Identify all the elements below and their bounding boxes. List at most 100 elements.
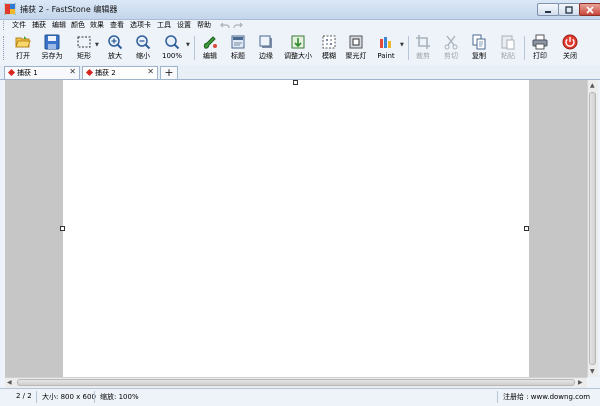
scroll-up-icon[interactable]: ▲ xyxy=(590,82,595,89)
resize-handle-top[interactable] xyxy=(293,80,298,85)
status-bar: 2 / 2 大小: 800 x 600 缩放: 100% 注册给 : www.d… xyxy=(0,388,600,406)
rect-dropdown-icon[interactable]: ▼ xyxy=(95,42,99,48)
menu-settings[interactable]: 设置 xyxy=(177,20,191,30)
status-separator xyxy=(36,391,37,403)
blur-icon xyxy=(322,35,336,49)
save-icon xyxy=(44,34,60,50)
caption-icon xyxy=(231,35,245,49)
zoom-out-button[interactable]: 缩小 xyxy=(132,34,154,64)
toolbar-grip[interactable] xyxy=(3,36,6,60)
title-bar: 捕获 2 - FastStone 编辑器 xyxy=(0,0,600,20)
copy-label: 复制 xyxy=(472,52,486,60)
minimize-icon xyxy=(545,11,551,13)
close-label: 关闭 xyxy=(563,52,577,60)
paint-dropdown-icon[interactable]: ▼ xyxy=(400,42,404,48)
horizontal-scroll-thumb[interactable] xyxy=(17,379,575,386)
resize-icon xyxy=(291,35,305,49)
paste-icon xyxy=(501,35,515,50)
resize-handle-left[interactable] xyxy=(60,226,65,231)
minimize-button[interactable] xyxy=(537,3,559,16)
vertical-scrollbar[interactable]: ▲ ▼ xyxy=(587,80,598,377)
tab-label: 捕获 2 xyxy=(95,69,116,77)
paint-palette-icon xyxy=(380,37,391,48)
print-button[interactable]: 打印 xyxy=(529,34,551,64)
window-title: 捕获 2 - FastStone 编辑器 xyxy=(20,5,118,14)
maximize-button[interactable] xyxy=(558,3,580,16)
cut-button[interactable]: 剪切 xyxy=(440,34,462,64)
caption-label: 标题 xyxy=(231,52,245,60)
menu-file[interactable]: 文件 xyxy=(12,20,26,30)
open-button[interactable]: 打开 xyxy=(10,34,36,64)
paste-button[interactable]: 粘贴 xyxy=(497,34,519,64)
edit-button[interactable]: 编辑 xyxy=(199,34,221,64)
paint-label: Paint xyxy=(377,52,395,60)
spotlight-icon xyxy=(349,35,363,49)
scroll-left-icon[interactable]: ◀ xyxy=(7,379,12,386)
tab-label: 捕获 1 xyxy=(17,69,38,77)
caption-button[interactable]: 标题 xyxy=(227,34,249,64)
menu-tabs[interactable]: 选项卡 xyxy=(130,20,151,30)
faststone-app-icon[interactable] xyxy=(4,3,16,15)
edge-button[interactable]: 边缘 xyxy=(255,34,277,64)
menu-view[interactable]: 查看 xyxy=(110,20,124,30)
spotlight-label: 聚光灯 xyxy=(345,52,367,60)
menu-capture[interactable]: 捕获 xyxy=(32,20,46,30)
blur-button[interactable]: 模糊 xyxy=(318,34,340,64)
restore-icon xyxy=(565,6,573,14)
vertical-scroll-thumb[interactable] xyxy=(589,92,596,365)
menu-bar: 文件 捕获 编辑 颜色 效果 查看 选项卡 工具 设置 帮助 xyxy=(0,19,600,32)
tab-close-icon[interactable]: ✕ xyxy=(147,67,154,76)
zoom-out-label: 缩小 xyxy=(136,52,150,60)
zoom-in-button[interactable]: 放大 xyxy=(104,34,126,64)
redo-icon[interactable] xyxy=(233,20,243,30)
zoom-in-icon xyxy=(108,35,123,50)
toolbar: 打开 另存为 矩形 ▼ 放大 缩小 100% ▼ 编辑 标题 边缘 调整大小 模… xyxy=(0,32,600,65)
menu-color[interactable]: 颜色 xyxy=(71,20,85,30)
menu-grip[interactable] xyxy=(3,21,6,30)
zoom-level-button[interactable]: 100% xyxy=(160,34,184,64)
folder-open-icon xyxy=(15,36,31,48)
rect-select-button[interactable]: 矩形 xyxy=(70,34,98,64)
close-icon xyxy=(586,6,594,14)
power-icon xyxy=(562,34,578,50)
horizontal-scrollbar[interactable]: ◀ ▶ xyxy=(5,377,587,388)
toolbar-separator xyxy=(408,36,409,60)
menu-help[interactable]: 帮助 xyxy=(197,20,211,30)
save-as-button[interactable]: 另存为 xyxy=(38,34,66,64)
resize-button[interactable]: 调整大小 xyxy=(282,34,314,64)
undo-icon[interactable] xyxy=(220,20,230,30)
toolbar-separator xyxy=(194,36,195,60)
zoom-in-label: 放大 xyxy=(108,52,122,60)
edit-paint-icon xyxy=(203,36,217,49)
edge-shadow-icon xyxy=(259,35,272,48)
image-canvas[interactable] xyxy=(60,80,529,377)
copy-icon xyxy=(472,34,486,50)
menu-effects[interactable]: 效果 xyxy=(90,20,104,30)
status-size: 大小: 800 x 600 xyxy=(42,393,96,401)
resize-handle-right[interactable] xyxy=(524,226,529,231)
menu-tools[interactable]: 工具 xyxy=(157,20,171,30)
resize-label: 调整大小 xyxy=(284,52,312,60)
open-label: 打开 xyxy=(16,52,30,60)
close-button[interactable]: 关闭 xyxy=(559,34,581,64)
tab-marker-icon xyxy=(7,68,16,77)
tab-close-icon[interactable]: ✕ xyxy=(69,67,76,76)
cut-label: 剪切 xyxy=(444,52,458,60)
tab-bar: 捕获 1 ✕ 捕获 2 ✕ + xyxy=(0,65,600,80)
crop-icon xyxy=(416,35,430,49)
crop-button[interactable]: 裁剪 xyxy=(412,34,434,64)
spotlight-button[interactable]: 聚光灯 xyxy=(344,34,368,64)
scroll-right-icon[interactable]: ▶ xyxy=(578,379,583,386)
scroll-down-icon[interactable]: ▼ xyxy=(590,368,595,375)
tab-capture-2[interactable]: 捕获 2 ✕ xyxy=(82,66,158,79)
tab-capture-1[interactable]: 捕获 1 ✕ xyxy=(4,66,80,79)
zoom-dropdown-icon[interactable]: ▼ xyxy=(186,42,190,48)
paint-button[interactable]: Paint xyxy=(374,34,398,64)
app-window: 捕获 2 - FastStone 编辑器 文件 捕获 编辑 颜色 效果 查看 选… xyxy=(0,0,600,406)
new-tab-button[interactable]: + xyxy=(160,66,178,79)
close-window-button[interactable] xyxy=(579,3,600,16)
copy-button[interactable]: 复制 xyxy=(468,34,490,64)
rect-label: 矩形 xyxy=(77,52,91,60)
menu-edit[interactable]: 编辑 xyxy=(52,20,66,30)
save-as-label: 另存为 xyxy=(41,52,63,60)
